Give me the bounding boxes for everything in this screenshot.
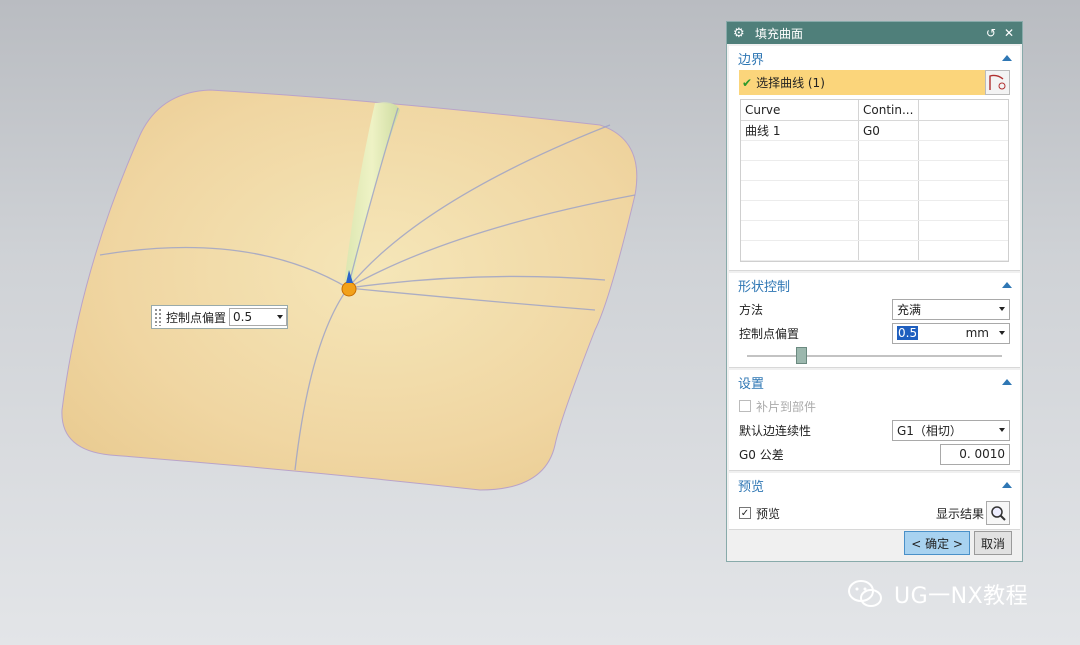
section-preview-header[interactable]: 预览: [729, 473, 1020, 497]
curve-table: Curve Contin... 曲线 1 G0: [740, 99, 1009, 262]
table-header: Curve Contin...: [741, 100, 1008, 121]
wechat-icon: [848, 580, 882, 607]
method-row: 方法 充满: [729, 297, 1020, 321]
tolerance-row: G0 公差 0. 0010: [729, 442, 1020, 466]
gear-icon[interactable]: ⚙: [733, 26, 749, 41]
section-preview: 预览 ✓ 预览 显示结果: [729, 473, 1020, 530]
continuity-value: G1（相切）: [897, 423, 962, 438]
preview-label: 预览: [756, 506, 781, 521]
chevron-up-icon[interactable]: [1002, 482, 1012, 488]
section-shape-control: 形状控制 方法 充满 控制点偏置 0.5 mm: [729, 273, 1020, 368]
offset-label: 控制点偏置: [739, 326, 800, 341]
preview-checkbox[interactable]: ✓: [739, 507, 751, 519]
watermark-text: UG一NX教程: [894, 584, 1029, 609]
offset-slider[interactable]: [747, 345, 1002, 367]
chevron-down-icon[interactable]: [999, 331, 1005, 335]
floating-offset-value: 0.5: [233, 310, 253, 324]
section-shape-title: 形状控制: [738, 279, 791, 295]
curve-select-button[interactable]: [985, 70, 1010, 95]
chevron-up-icon[interactable]: [1002, 55, 1012, 61]
curve-select-icon: [989, 74, 1006, 90]
patch-row: 补片到部件: [729, 394, 1020, 418]
section-boundary-header[interactable]: 边界: [729, 46, 1020, 70]
fill-surface-dialog: ⚙ 填充曲面 ↺ ✕ 边界 ✔ 选择曲线 (1) Curve Contin...: [726, 21, 1023, 562]
section-boundary-title: 边界: [738, 52, 765, 68]
floating-offset-label: 控制点偏置: [166, 310, 227, 325]
continuity-row: 默认边连续性 G1（相切）: [729, 418, 1020, 442]
table-row[interactable]: 曲线 1 G0: [741, 121, 1008, 141]
column-header-continuity[interactable]: Contin...: [859, 100, 919, 120]
close-icon[interactable]: ✕: [1002, 26, 1016, 40]
table-cell-curve: 曲线 1: [741, 121, 859, 140]
slider-thumb[interactable]: [796, 347, 807, 364]
tolerance-input[interactable]: 0. 0010: [940, 443, 1010, 465]
offset-unit: mm: [965, 326, 989, 340]
ok-button[interactable]: < 确定 >: [904, 531, 970, 555]
reset-icon[interactable]: ↺: [984, 26, 998, 40]
dialog-footer: < 确定 > 取消: [904, 531, 1012, 555]
preview-row: ✓ 预览 显示结果: [729, 497, 1020, 529]
select-curve-row[interactable]: ✔ 选择曲线 (1): [739, 70, 1010, 95]
table-row: [741, 201, 1008, 221]
table-row: [741, 241, 1008, 261]
continuity-label: 默认边连续性: [739, 423, 812, 438]
watermark: UG一NX教程: [846, 578, 1028, 610]
tolerance-label: G0 公差: [739, 447, 784, 462]
method-value: 充满: [897, 302, 922, 317]
table-cell-empty: [919, 121, 1008, 140]
continuity-select[interactable]: G1（相切）: [892, 419, 1010, 441]
column-header-empty: [919, 100, 1008, 120]
section-settings-header[interactable]: 设置: [729, 370, 1020, 394]
chevron-down-icon[interactable]: [277, 315, 283, 319]
dialog-title: 填充曲面: [755, 26, 804, 41]
method-select[interactable]: 充满: [892, 298, 1010, 320]
drag-grip-icon[interactable]: [154, 308, 162, 326]
patch-checkbox[interactable]: [739, 400, 751, 412]
method-label: 方法: [739, 302, 764, 317]
table-row: [741, 161, 1008, 181]
floating-offset-field[interactable]: 0.5: [229, 308, 287, 326]
offset-input[interactable]: 0.5 mm: [892, 322, 1010, 344]
select-curve-label: 选择曲线 (1): [756, 76, 825, 90]
check-icon: ✔: [742, 75, 753, 90]
section-settings-title: 设置: [738, 376, 765, 392]
chevron-down-icon[interactable]: [999, 307, 1005, 311]
offset-row: 控制点偏置 0.5 mm: [729, 321, 1020, 345]
table-row: [741, 181, 1008, 201]
table-row: [741, 141, 1008, 161]
chevron-up-icon[interactable]: [1002, 379, 1012, 385]
offset-value[interactable]: 0.5: [897, 326, 919, 340]
section-preview-title: 预览: [738, 479, 765, 495]
dialog-title-bar[interactable]: ⚙ 填充曲面 ↺ ✕: [727, 22, 1022, 44]
floating-offset-input[interactable]: 控制点偏置 0.5: [151, 305, 288, 329]
patch-label: 补片到部件: [756, 399, 817, 414]
section-boundary: 边界 ✔ 选择曲线 (1) Curve Contin... 曲线 1 G0: [729, 46, 1020, 271]
table-cell-continuity[interactable]: G0: [859, 121, 919, 140]
column-header-curve[interactable]: Curve: [741, 100, 859, 120]
cancel-button[interactable]: 取消: [973, 531, 1012, 555]
section-settings: 设置 补片到部件 默认边连续性 G1（相切） G0 公差 0. 0010: [729, 370, 1020, 471]
section-shape-header[interactable]: 形状控制: [729, 273, 1020, 297]
slider-track[interactable]: [747, 355, 1002, 357]
chevron-up-icon[interactable]: [1002, 282, 1012, 288]
table-row: [741, 221, 1008, 241]
chevron-down-icon[interactable]: [999, 428, 1005, 432]
show-result-button[interactable]: [986, 501, 1010, 525]
magnifier-icon: [991, 506, 1006, 521]
show-result-label: 显示结果: [935, 506, 984, 521]
